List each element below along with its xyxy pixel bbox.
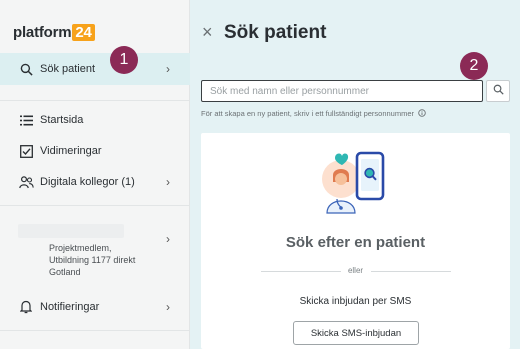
hint-text: För att skapa en ny patient, skriv i ett… — [201, 109, 415, 118]
sidebar-item-label: Vidimeringar — [40, 145, 102, 157]
search-button[interactable] — [486, 80, 510, 102]
or-text: eller — [347, 266, 364, 275]
search-patient-panel: × Sök patient 2 Sök med namn eller perso… — [190, 0, 520, 349]
user-role-text: Projektmedlem, Utbildning 1177 direkt Go… — [49, 242, 135, 278]
divider — [0, 100, 190, 101]
role-line: Projektmedlem, — [49, 243, 112, 253]
chevron-right-icon: › — [166, 62, 170, 76]
sidebar-item-label: Digitala kollegor (1) — [40, 176, 135, 188]
sms-invite-label: Skicka inbjudan per SMS — [299, 296, 412, 307]
role-line: Gotland — [49, 267, 81, 277]
step-badge-1: 1 — [110, 46, 138, 74]
sidebar-item-digitala-kollegor[interactable]: Digitala kollegor (1) › — [0, 172, 190, 192]
sidebar: platform 24 Sök patient › Startsida Vidim… — [0, 0, 190, 349]
doctor-phone-illustration — [319, 149, 391, 220]
logo-text: platform — [13, 24, 72, 41]
bell-icon — [18, 299, 34, 315]
platform24-logo[interactable]: platform 24 — [13, 24, 95, 41]
empty-state-card: Sök efter en patient eller Skicka inbjud… — [201, 133, 510, 349]
people-icon — [18, 174, 34, 190]
empty-state-title: Sök efter en patient — [285, 234, 426, 251]
close-icon[interactable]: × — [202, 22, 213, 43]
checkbox-icon — [18, 143, 34, 159]
logo-badge: 24 — [72, 24, 95, 41]
chevron-right-icon: › — [166, 300, 170, 314]
search-icon — [493, 82, 504, 100]
info-icon[interactable] — [418, 109, 426, 119]
sidebar-item-notifieringar[interactable]: Notifieringar › — [0, 297, 190, 317]
divider — [0, 330, 190, 331]
search-placeholder: Sök med namn eller personnummer — [210, 85, 369, 97]
sidebar-item-user-role[interactable]: Projektmedlem, Utbildning 1177 direkt Go… — [0, 218, 190, 290]
divider — [0, 205, 190, 206]
redacted-username — [18, 224, 124, 238]
chevron-right-icon: › — [166, 232, 170, 246]
search-hint: För att skapa en ny patient, skriv i ett… — [201, 109, 426, 119]
sidebar-item-startsida[interactable]: Startsida — [0, 110, 190, 130]
sidebar-item-label: Startsida — [40, 114, 84, 126]
page-title: Sök patient — [224, 22, 327, 43]
step-badge-2: 2 — [460, 52, 488, 80]
search-icon — [18, 61, 34, 77]
role-line: Utbildning 1177 direkt — [49, 255, 136, 265]
sidebar-item-label: Sök patient — [40, 63, 96, 75]
search-input[interactable]: Sök med namn eller personnummer — [201, 80, 483, 102]
send-sms-invite-button[interactable]: Skicka SMS-inbjudan — [293, 321, 419, 345]
list-icon — [18, 112, 34, 128]
sidebar-item-sok-patient[interactable]: Sök patient › — [0, 53, 190, 85]
sidebar-item-vidimeringar[interactable]: Vidimeringar — [0, 141, 190, 161]
divider — [371, 271, 451, 272]
sidebar-item-label: Notifieringar — [40, 301, 100, 313]
chevron-right-icon: › — [166, 175, 170, 189]
